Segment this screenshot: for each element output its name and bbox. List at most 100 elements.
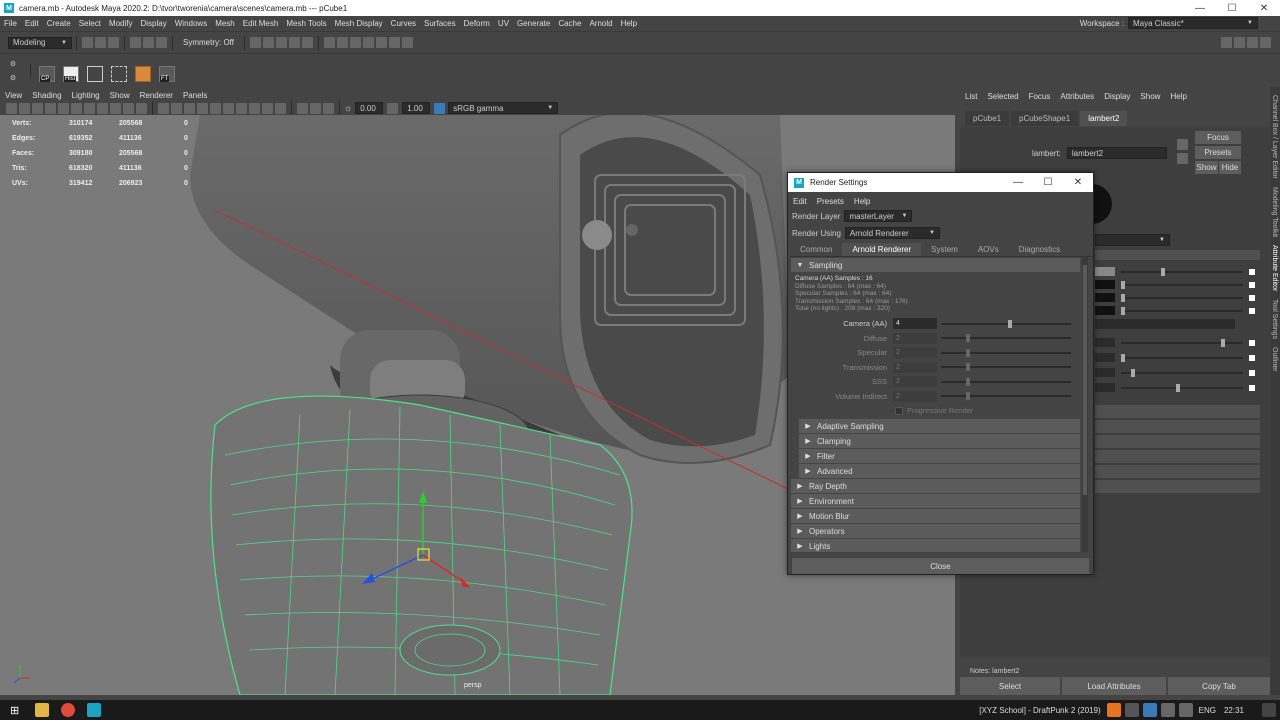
workspace-dropdown[interactable]: Maya Classic* ▼ [1128, 17, 1258, 29]
side-tab-outliner[interactable]: Outliner [1271, 347, 1278, 372]
incandescence-slider[interactable] [1120, 306, 1244, 315]
shelf-button-pivot[interactable] [109, 60, 129, 82]
camera-aa-field[interactable]: 4 [893, 318, 937, 330]
gamma-field[interactable]: 1.00 [402, 102, 431, 114]
menu-curves[interactable]: Curves [387, 19, 420, 28]
diffuse-field[interactable] [1095, 338, 1115, 347]
ipr-render-icon[interactable] [336, 37, 348, 48]
focus-button[interactable]: Focus [1195, 131, 1241, 144]
section-clamping[interactable]: ▶ Clamping [799, 434, 1080, 448]
select-button[interactable]: Select [960, 677, 1060, 695]
color-swatch[interactable] [1095, 267, 1115, 276]
section-motion-blur[interactable]: ▶ Motion Blur [791, 509, 1080, 523]
menu-uv[interactable]: UV [494, 19, 513, 28]
resolution-gate-icon[interactable] [84, 102, 95, 114]
rs-minimize-button[interactable]: — [1003, 177, 1033, 188]
copy-tab-button[interactable]: Copy Tab [1168, 677, 1270, 695]
film-gate-icon[interactable] [71, 102, 82, 114]
menu-edit[interactable]: Edit [21, 19, 43, 28]
menu-mesh[interactable]: Mesh [211, 19, 239, 28]
arnold-icon[interactable] [401, 37, 413, 48]
viewport-menu-panels[interactable]: Panels [178, 91, 212, 100]
section-header[interactable] [1095, 450, 1260, 463]
progressive-render-checkbox[interactable] [895, 406, 903, 415]
camera-attributes-icon[interactable] [19, 102, 30, 114]
translucence-field[interactable] [1095, 353, 1115, 362]
shelf-button-cp[interactable]: CP [37, 60, 57, 82]
section-header[interactable] [1095, 480, 1260, 493]
section-adaptive-sampling[interactable]: ▶ Adaptive Sampling [799, 419, 1080, 433]
section-filter[interactable]: ▶ Filter [799, 449, 1080, 463]
shelf-button-hist[interactable]: Hist [61, 60, 81, 82]
menu-help[interactable]: Help [617, 19, 641, 28]
ambient-swatch[interactable] [1095, 293, 1115, 302]
textured-icon[interactable] [197, 102, 208, 114]
translucence-focus-field[interactable] [1095, 383, 1115, 392]
channel-box-toggle-icon[interactable] [1260, 37, 1271, 48]
wireframe-on-shaded-icon[interactable] [184, 102, 195, 114]
transparency-swatch[interactable] [1095, 280, 1115, 289]
gate-mask-icon[interactable] [97, 102, 108, 114]
slider-handle[interactable] [1007, 319, 1012, 328]
section-advanced[interactable]: ▶ Advanced [799, 464, 1080, 478]
menu-mesh-display[interactable]: Mesh Display [331, 19, 387, 28]
safe-title-icon[interactable] [136, 102, 147, 114]
image-plane-icon[interactable] [45, 102, 56, 114]
output-connection-icon[interactable] [1177, 153, 1188, 164]
ae-menu-attributes[interactable]: Attributes [1055, 92, 1099, 101]
xray-icon[interactable] [310, 102, 321, 114]
diffuse-slider[interactable] [1120, 338, 1244, 347]
side-tab-modeling-toolkit[interactable]: Modeling Toolkit [1271, 187, 1278, 237]
tab-lambert2[interactable]: lambert2 [1080, 111, 1128, 126]
maya-taskbar-icon[interactable] [87, 703, 102, 717]
ambient-slider[interactable] [1120, 293, 1244, 302]
load-attributes-button[interactable]: Load Attributes [1062, 677, 1166, 695]
menu-surfaces[interactable]: Surfaces [420, 19, 460, 28]
menu-mesh-tools[interactable]: Mesh Tools [282, 19, 330, 28]
menu-generate[interactable]: Generate [513, 19, 554, 28]
menu-file[interactable]: File [0, 19, 21, 28]
snap-point-icon[interactable] [275, 37, 287, 48]
windows-start-icon[interactable]: ⊞ [10, 704, 19, 717]
incandescence-swatch[interactable] [1095, 306, 1115, 315]
viewport-menu-view[interactable]: View [0, 91, 27, 100]
volume-icon[interactable] [1178, 703, 1193, 717]
rs-menu-help[interactable]: Help [849, 197, 875, 206]
xray-joints-icon[interactable] [323, 102, 334, 114]
now-playing-text[interactable]: [XYZ School] - DraftPunk 2 (2019) [979, 706, 1100, 715]
exposure-field[interactable]: 0.00 [355, 102, 384, 114]
render-layer-dropdown[interactable]: masterLayer ▼ [844, 210, 913, 222]
side-tab-channel-box[interactable]: Channel Box / Layer Editor [1271, 95, 1278, 179]
section-environment[interactable]: ▶ Environment [791, 494, 1080, 508]
wireframe-icon[interactable] [158, 102, 169, 114]
new-scene-icon[interactable] [82, 37, 93, 48]
menu-set-dropdown[interactable]: Modeling ▼ [8, 36, 72, 49]
menu-cache[interactable]: Cache [554, 19, 585, 28]
menu-windows[interactable]: Windows [171, 19, 211, 28]
attribute-editor-toggle-icon[interactable] [1247, 37, 1258, 48]
ae-menu-list[interactable]: List [960, 92, 982, 101]
use-lights-icon[interactable] [210, 102, 221, 114]
scrollbar-thumb[interactable] [1083, 265, 1087, 495]
show-button[interactable]: Show [1195, 161, 1218, 174]
section-header[interactable] [1095, 465, 1260, 478]
notifications-icon[interactable] [1262, 703, 1276, 717]
section-sampling[interactable]: ▼ Sampling [791, 258, 1080, 272]
map-button[interactable] [1249, 281, 1255, 288]
menu-arnold[interactable]: Arnold [585, 19, 616, 28]
open-scene-icon[interactable] [95, 37, 106, 48]
shelf-button-box[interactable] [133, 60, 153, 82]
tab-pcubeshape1[interactable]: pCubeShape1 [1011, 111, 1079, 126]
shelf-options-icon[interactable]: ⚙ ⚙ [8, 57, 18, 85]
toolbox-icon[interactable] [1221, 37, 1232, 48]
arnold-render-view-icon[interactable] [375, 37, 387, 48]
rs-maximize-button[interactable]: ☐ [1033, 177, 1063, 188]
isolate-select-icon[interactable] [297, 102, 308, 114]
translucence-depth-field[interactable] [1095, 368, 1115, 377]
side-tab-tool-settings[interactable]: Tool Settings [1271, 299, 1278, 339]
network-icon[interactable] [1160, 703, 1175, 717]
file-explorer-icon[interactable] [35, 703, 50, 717]
side-tab-attribute-editor[interactable]: Attribute Editor [1271, 245, 1278, 291]
map-button[interactable] [1249, 294, 1255, 301]
color-slider[interactable] [1120, 267, 1244, 276]
